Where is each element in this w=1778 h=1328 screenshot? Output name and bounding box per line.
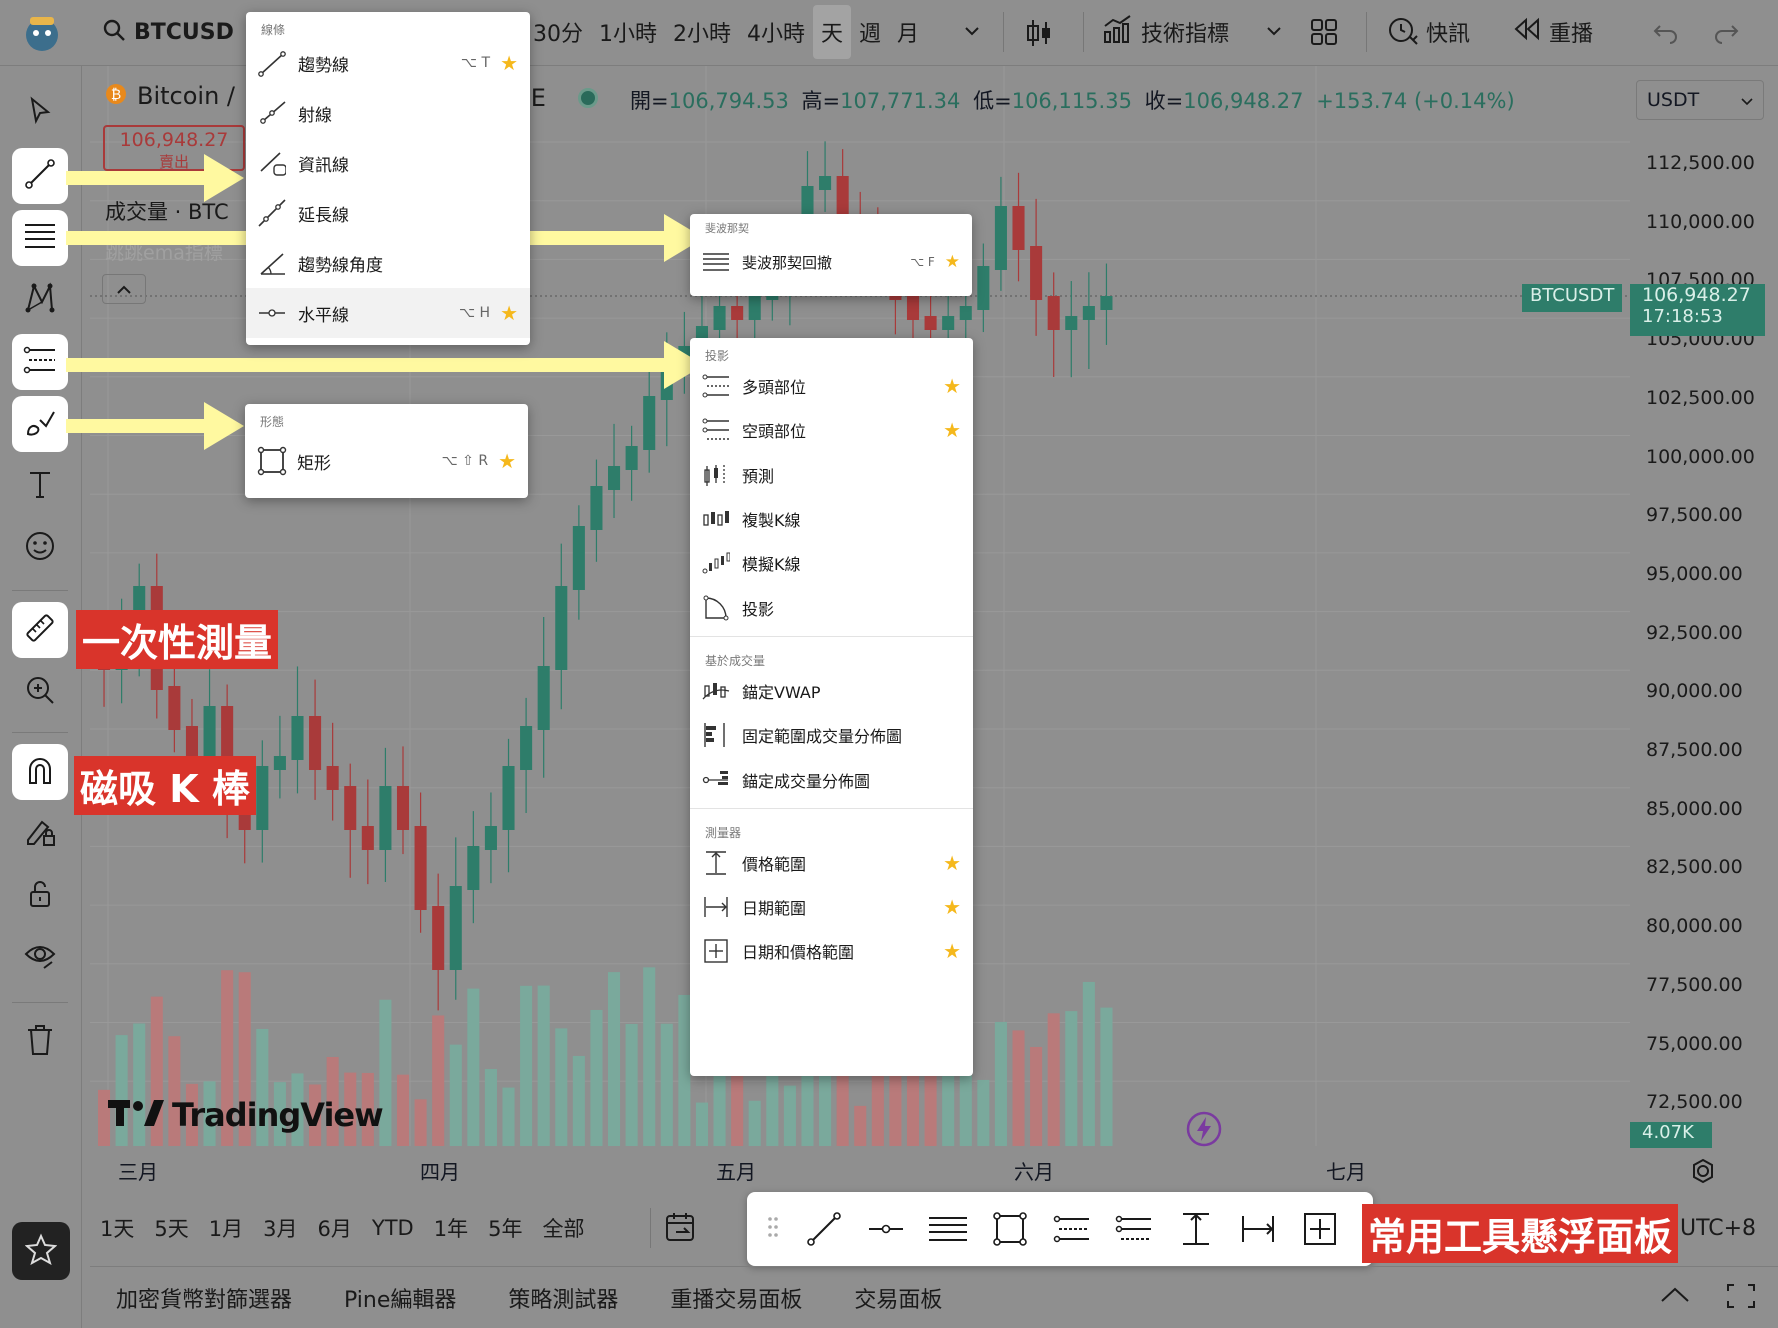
floating-toolbar-annotation: 常用工具懸浮面板 [1362,1204,1679,1263]
lines-menu: 線條 趨勢線 ⌥ T ★ 射線資訊線延長線趨勢線角度水平線 ⌥ H ★ [246,12,530,345]
anchored-vwap-icon [702,676,736,706]
menu-item-label: 錨定成交量分佈圖 [742,771,871,791]
lines-menu-item[interactable]: 延長線 [246,188,530,238]
menu-item-label: 錨定VWAP [742,682,821,702]
menu-item[interactable]: 日期範圍 ★ [690,885,973,929]
menu-item-label: 模擬K線 [742,555,801,575]
menu-item[interactable]: 錨定VWAP [690,669,973,713]
forecast-icon [702,460,736,490]
fib-retracement-item[interactable]: 斐波那契回撤 ⌥ F ★ [690,236,972,288]
extended-line-icon [258,198,292,228]
fib-menu-header: 斐波那契 [705,222,749,235]
lines-menu-item[interactable]: 射線 [246,88,530,138]
lines-menu-item-label: 趨勢線角度 [298,255,383,276]
menu-item[interactable]: 價格範圍 ★ [690,841,973,885]
rectangle-item[interactable]: 矩形 ⌥ ⇧ R ★ [245,430,528,492]
lines-menu-item-label: 射線 [298,105,332,126]
favorite-star-icon[interactable]: ★ [943,374,961,398]
menu-item-label: 投影 [742,599,775,619]
fib-menu: 斐波那契 斐波那契回撤 ⌥ F ★ [690,214,972,296]
measure-annotation: 一次性測量 [76,610,279,669]
ghost-feed-icon [702,548,736,578]
menu-item[interactable]: 複製K線 [690,497,973,541]
magnet-annotation: 磁吸 K 棒 [74,756,256,815]
projection-menu-header: 投影 [705,349,730,363]
anchored-volume-icon [702,765,736,795]
favorite-star-icon[interactable]: ★ [500,301,518,325]
rectangle-icon [257,446,291,476]
rectangle-label: 矩形 [297,453,331,474]
bars-pattern-icon [702,504,736,534]
trend-angle-icon [258,248,292,278]
date-price-range-icon [702,936,736,966]
ray-icon [258,98,292,128]
menu-item-label: 日期和價格範圍 [742,943,855,963]
volume-menu-header: 基於成交量 [705,653,766,668]
favorite-star-icon[interactable]: ★ [943,895,961,919]
menu-item[interactable]: 固定範圍成交量分佈圖 [690,713,973,757]
projection-menu: 投影 多頭部位 ★ 空頭部位 ★ 預測 複製K線 模擬K線 投影 基於成交量 錨定VWAP 固定… [690,338,973,1076]
date-range-icon [702,892,736,922]
lines-menu-item-label: 資訊線 [298,155,349,176]
favorite-star-icon[interactable]: ★ [943,418,961,442]
horizontal-line-icon [258,298,292,328]
menu-item-label: 日期範圍 [742,899,807,919]
lines-menu-item[interactable]: 資訊線 [246,138,530,188]
menu-item[interactable]: 多頭部位 ★ [690,364,973,408]
menu-item-label: 固定範圍成交量分佈圖 [742,727,903,747]
lines-menu-item-label: 水平線 [298,305,349,326]
menu-item[interactable]: 日期和價格範圍 ★ [690,929,973,973]
menu-item-label: 多頭部位 [742,378,807,398]
short-position-icon [702,415,736,445]
lines-menu-item[interactable]: 水平線 ⌥ H ★ [246,288,530,338]
long-position-icon [702,371,736,401]
menu-item[interactable]: 模擬K線 [690,541,973,585]
favorite-star-icon[interactable]: ★ [943,939,961,963]
shapes-menu: 形態 矩形 ⌥ ⇧ R ★ [245,404,528,498]
lines-menu-item[interactable]: 趨勢線 ⌥ T ★ [246,38,530,88]
favorite-star-icon[interactable]: ★ [500,51,518,75]
fib-retracement-icon [702,247,736,277]
shortcut-label: ⌥ ⇧ R [441,453,489,469]
price-range-icon [702,848,736,878]
favorite-star-icon[interactable]: ★ [945,252,960,272]
shortcut-label: ⌥ T [460,55,491,71]
favorite-star-icon[interactable]: ★ [943,851,961,875]
shapes-menu-header: 形態 [260,415,285,429]
shortcut-label: ⌥ F [910,255,935,269]
projection-icon [702,593,736,623]
info-line-icon [258,148,292,178]
menu-item-label: 複製K線 [742,511,801,531]
menu-item[interactable]: 空頭部位 ★ [690,408,973,452]
lines-menu-item-label: 趨勢線 [298,55,349,76]
menu-item[interactable]: 投影 [690,585,973,629]
menu-item-label: 空頭部位 [742,422,807,442]
lines-menu-item[interactable]: 趨勢線角度 [246,238,530,288]
fixed-range-volume-icon [702,720,736,750]
measure-menu-header: 測量器 [705,825,742,840]
menu-item[interactable]: 預測 [690,453,973,497]
menu-item-label: 價格範圍 [742,854,807,874]
fib-retracement-label: 斐波那契回撤 [742,253,833,272]
favorite-star-icon[interactable]: ★ [498,449,516,473]
lines-menu-header: 線條 [261,23,286,37]
trend-line-icon [258,48,292,78]
lines-menu-item-label: 延長線 [298,205,349,226]
shortcut-label: ⌥ H [458,305,491,321]
menu-item[interactable]: 錨定成交量分佈圖 [690,757,973,801]
menu-item-label: 預測 [742,466,775,486]
